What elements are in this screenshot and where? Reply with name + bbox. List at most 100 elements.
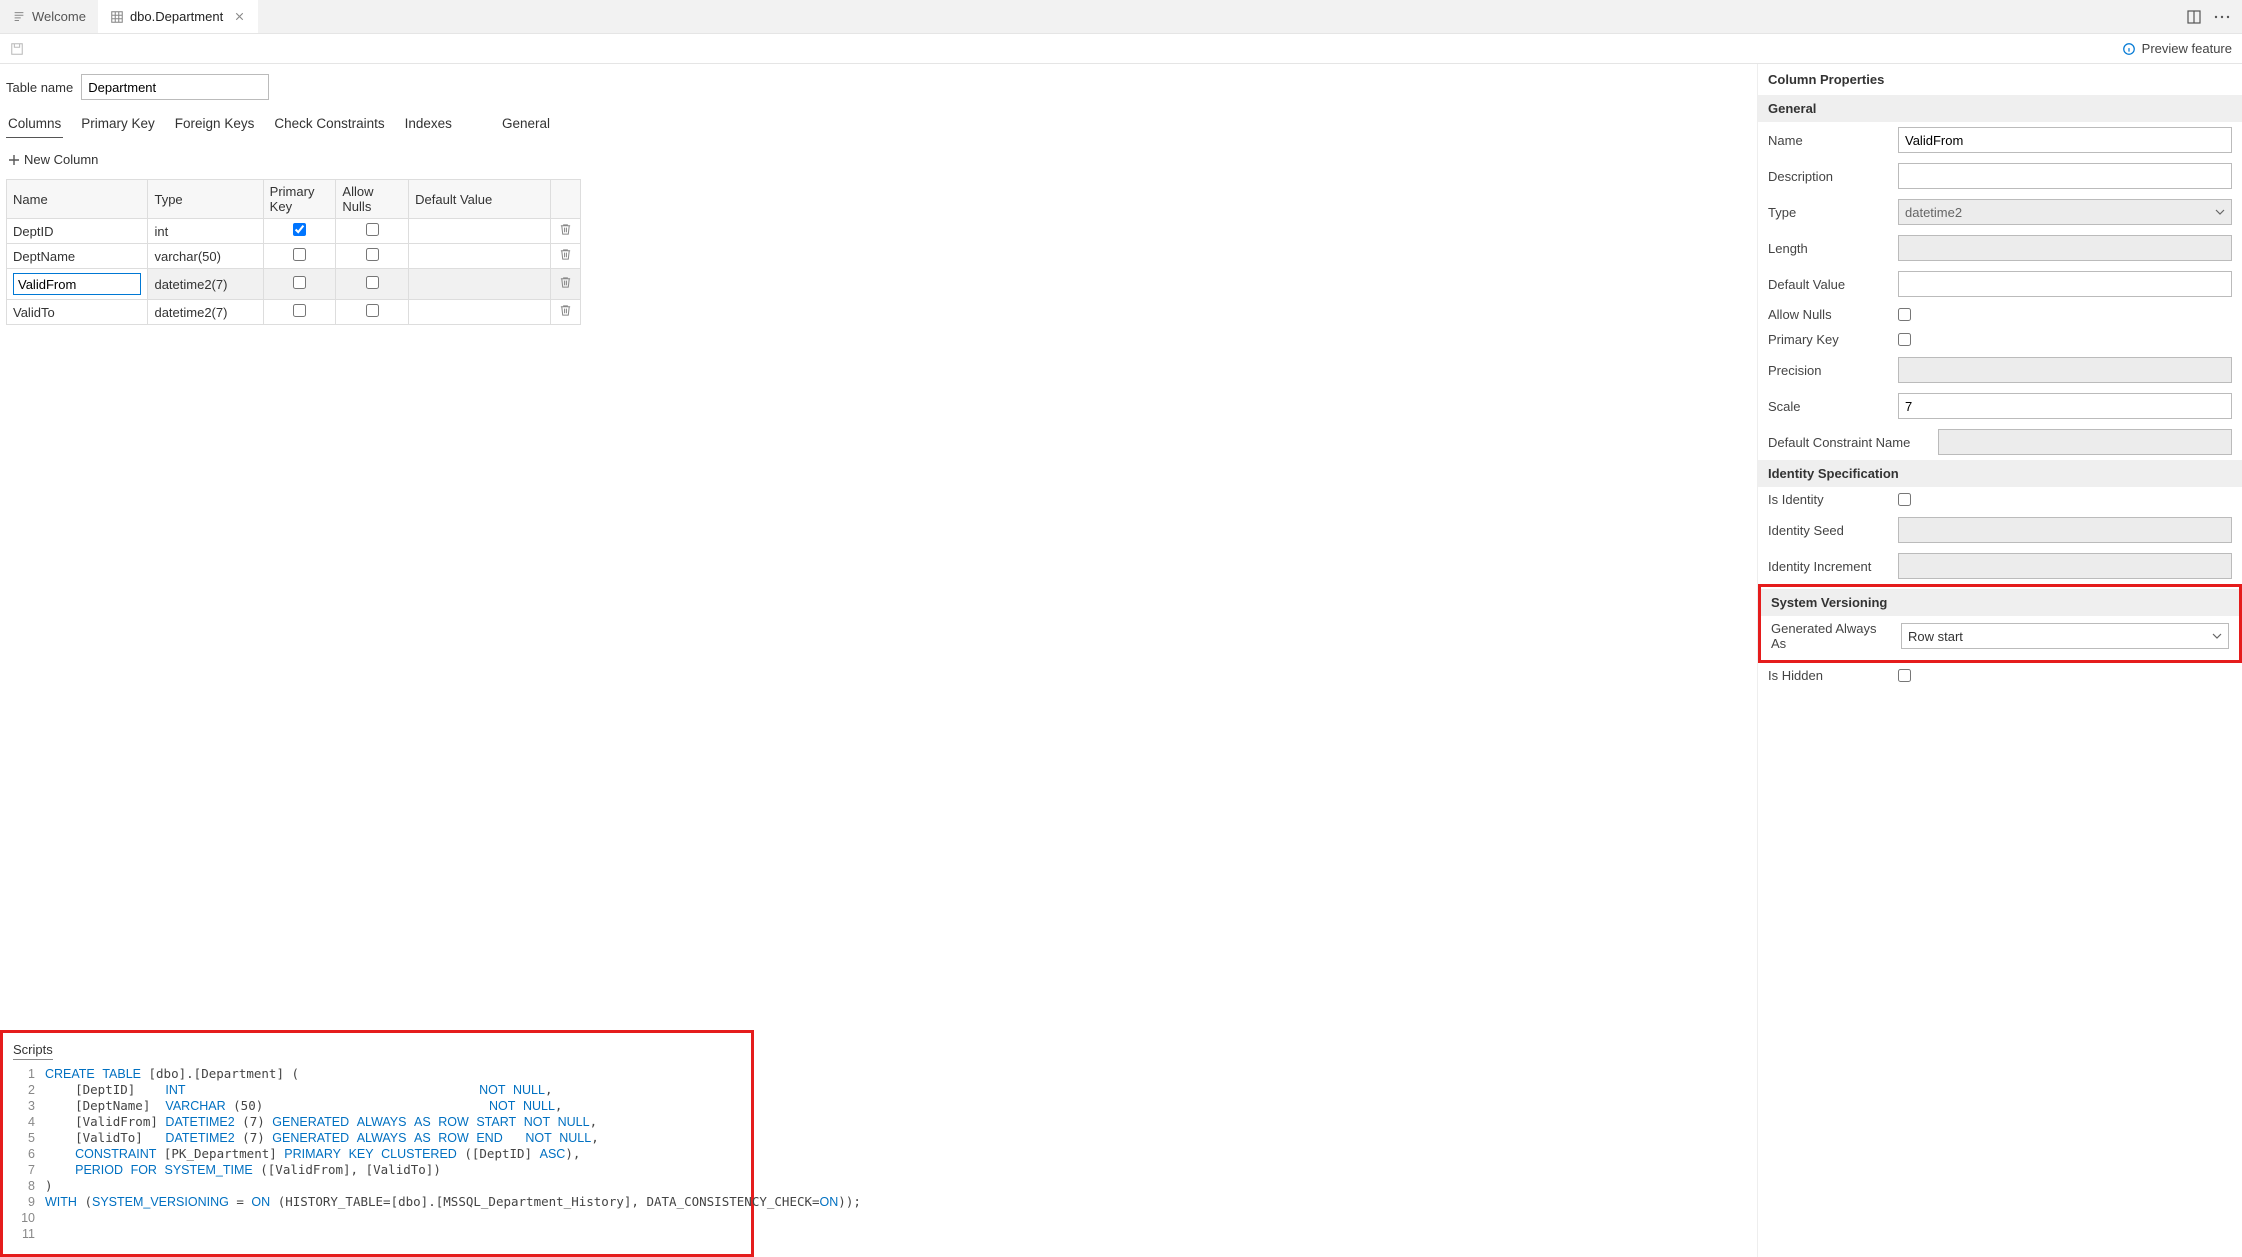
column-nulls-cell[interactable] — [336, 244, 409, 269]
prop-genalways-label: Generated Always As — [1771, 621, 1891, 651]
column-nulls-check[interactable] — [366, 248, 379, 261]
prop-desc-label: Description — [1768, 169, 1888, 184]
dtab-general[interactable]: General — [500, 112, 552, 138]
column-pk-check[interactable] — [293, 223, 306, 236]
column-type-cell[interactable]: datetime2(7) — [148, 269, 263, 300]
new-column-button[interactable]: New Column — [6, 148, 100, 171]
prop-scale-input[interactable] — [1898, 393, 2232, 419]
column-nulls-check[interactable] — [366, 223, 379, 236]
column-pk-cell[interactable] — [263, 244, 336, 269]
dtab-columns[interactable]: Columns — [6, 112, 63, 138]
scripts-title: Scripts — [13, 1042, 53, 1060]
prop-precision-input[interactable] — [1898, 357, 2232, 383]
col-header-nulls[interactable]: Allow Nulls — [336, 180, 409, 219]
column-pk-cell[interactable] — [263, 269, 336, 300]
column-default-cell[interactable] — [409, 300, 550, 325]
delete-row-icon[interactable] — [559, 248, 572, 261]
column-actions-cell — [550, 300, 580, 325]
tablename-input[interactable] — [81, 74, 269, 100]
column-pk-cell[interactable] — [263, 219, 336, 244]
col-header-type[interactable]: Type — [148, 180, 263, 219]
prop-seed-label: Identity Seed — [1768, 523, 1888, 538]
column-name-cell[interactable]: DeptID — [7, 219, 148, 244]
table-row[interactable]: DeptNamevarchar(50) — [7, 244, 581, 269]
preview-feature-label: Preview feature — [2142, 41, 2232, 56]
prop-length-label: Length — [1768, 241, 1888, 256]
col-header-pk[interactable]: Primary Key — [263, 180, 336, 219]
prop-ishidden-check[interactable] — [1898, 669, 1911, 682]
dtab-indexes[interactable]: Indexes — [403, 112, 454, 138]
prop-isidentity-label: Is Identity — [1768, 492, 1888, 507]
prop-defval-input[interactable] — [1898, 271, 2232, 297]
prop-length-input[interactable] — [1898, 235, 2232, 261]
column-nulls-cell[interactable] — [336, 300, 409, 325]
preview-feature-badge: Preview feature — [2122, 41, 2232, 56]
table-row[interactable]: datetime2(7) — [7, 269, 581, 300]
chevron-down-icon — [2212, 631, 2222, 641]
column-pk-check[interactable] — [293, 276, 306, 289]
column-actions-cell — [550, 269, 580, 300]
dtab-check-constraints[interactable]: Check Constraints — [272, 112, 386, 138]
columns-table: Name Type Primary Key Allow Nulls Defaul… — [6, 179, 581, 325]
tablename-label: Table name — [6, 80, 73, 95]
column-nulls-check[interactable] — [366, 304, 379, 317]
prop-name-input[interactable] — [1898, 127, 2232, 153]
prop-desc-input[interactable] — [1898, 163, 2232, 189]
column-name-cell[interactable]: ValidTo — [7, 300, 148, 325]
prop-allownulls-check[interactable] — [1898, 308, 1911, 321]
table-row[interactable]: DeptIDint — [7, 219, 581, 244]
column-name-cell[interactable]: DeptName — [7, 244, 148, 269]
column-type-cell[interactable]: int — [148, 219, 263, 244]
close-icon[interactable] — [233, 10, 246, 23]
dtab-primary-key[interactable]: Primary Key — [79, 112, 157, 138]
prop-genalways-value: Row start — [1908, 629, 1963, 644]
prop-defconst-input[interactable] — [1938, 429, 2232, 455]
column-default-cell[interactable] — [409, 219, 550, 244]
split-editor-icon[interactable] — [2186, 9, 2202, 25]
section-general: General — [1758, 95, 2242, 122]
column-nulls-cell[interactable] — [336, 219, 409, 244]
prop-seed-input[interactable] — [1898, 517, 2232, 543]
prop-type-value: datetime2 — [1905, 205, 1962, 220]
prop-isidentity-check[interactable] — [1898, 493, 1911, 506]
delete-row-icon[interactable] — [559, 223, 572, 236]
column-pk-check[interactable] — [293, 248, 306, 261]
prop-incr-input[interactable] — [1898, 553, 2232, 579]
table-row[interactable]: ValidTodatetime2(7) — [7, 300, 581, 325]
delete-row-icon[interactable] — [559, 304, 572, 317]
column-name-input[interactable] — [13, 273, 141, 295]
tab-current-label: dbo.Department — [130, 9, 223, 24]
column-pk-check[interactable] — [293, 304, 306, 317]
col-header-name[interactable]: Name — [7, 180, 148, 219]
prop-scale-label: Scale — [1768, 399, 1888, 414]
column-nulls-cell[interactable] — [336, 269, 409, 300]
delete-row-icon[interactable] — [559, 276, 572, 289]
dtab-foreign-keys[interactable]: Foreign Keys — [173, 112, 257, 138]
column-pk-cell[interactable] — [263, 300, 336, 325]
prop-type-label: Type — [1768, 205, 1888, 220]
info-icon — [2122, 42, 2136, 56]
editor-tabbar: Welcome dbo.Department — [0, 0, 2242, 34]
save-icon[interactable] — [10, 42, 24, 56]
system-versioning-section: System Versioning Generated Always As Ro… — [1758, 584, 2242, 663]
more-actions-icon[interactable] — [2212, 9, 2232, 25]
col-header-default[interactable]: Default Value — [409, 180, 550, 219]
column-type-cell[interactable]: varchar(50) — [148, 244, 263, 269]
tab-welcome[interactable]: Welcome — [0, 0, 98, 33]
prop-pk-check[interactable] — [1898, 333, 1911, 346]
sql-script[interactable]: 1CREATE TABLE [dbo].[Department] ( 2 [De… — [13, 1066, 741, 1242]
tab-dbo-department[interactable]: dbo.Department — [98, 0, 258, 33]
prop-type-select[interactable]: datetime2 — [1898, 199, 2232, 225]
column-default-cell[interactable] — [409, 244, 550, 269]
scripts-panel: Scripts 1CREATE TABLE [dbo].[Department]… — [0, 1030, 754, 1257]
properties-panel-title: Column Properties — [1758, 64, 2242, 95]
column-actions-cell — [550, 244, 580, 269]
new-column-label: New Column — [24, 152, 98, 167]
column-nulls-check[interactable] — [366, 276, 379, 289]
prop-genalways-select[interactable]: Row start — [1901, 623, 2229, 649]
column-actions-cell — [550, 219, 580, 244]
column-default-cell[interactable] — [409, 269, 550, 300]
prop-pk-label: Primary Key — [1768, 332, 1888, 347]
column-type-cell[interactable]: datetime2(7) — [148, 300, 263, 325]
section-identity: Identity Specification — [1758, 460, 2242, 487]
